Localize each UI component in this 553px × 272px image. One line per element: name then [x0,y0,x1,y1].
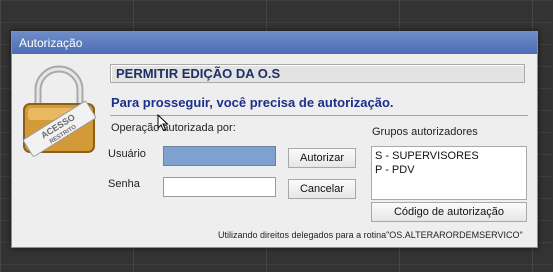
subtitle-text: Para prosseguir, você precisa de autoriz… [111,95,394,110]
footer-note: Utilizando direitos delegados para a rot… [218,230,523,240]
groups-label: Grupos autorizadores [372,126,478,138]
authorization-dialog: Autorização ACESSO RESTRITO PERMITIR EDI… [11,31,538,248]
dialog-title: Autorização [19,36,83,50]
password-label: Senha [108,178,140,190]
mouse-cursor-icon [157,114,169,132]
operation-label: Operação autorizada por: [111,122,236,134]
list-item[interactable]: P - PDV [375,163,523,177]
header-title: PERMITIR EDIÇÃO DA O.S [116,66,281,81]
user-field[interactable] [163,146,276,166]
password-field[interactable] [163,177,276,197]
groups-list[interactable]: S - SUPERVISORES P - PDV [371,146,527,200]
cancel-button[interactable]: Cancelar [288,179,356,199]
auth-code-button[interactable]: Código de autorização [371,202,527,222]
authorize-button[interactable]: Autorizar [288,148,356,168]
dialog-titlebar[interactable]: Autorização [12,32,537,54]
separator-line [110,115,528,116]
list-item[interactable]: S - SUPERVISORES [375,149,523,163]
header-title-box: PERMITIR EDIÇÃO DA O.S [110,64,525,83]
user-label: Usuário [108,148,146,160]
lock-icon: ACESSO RESTRITO [23,65,96,157]
